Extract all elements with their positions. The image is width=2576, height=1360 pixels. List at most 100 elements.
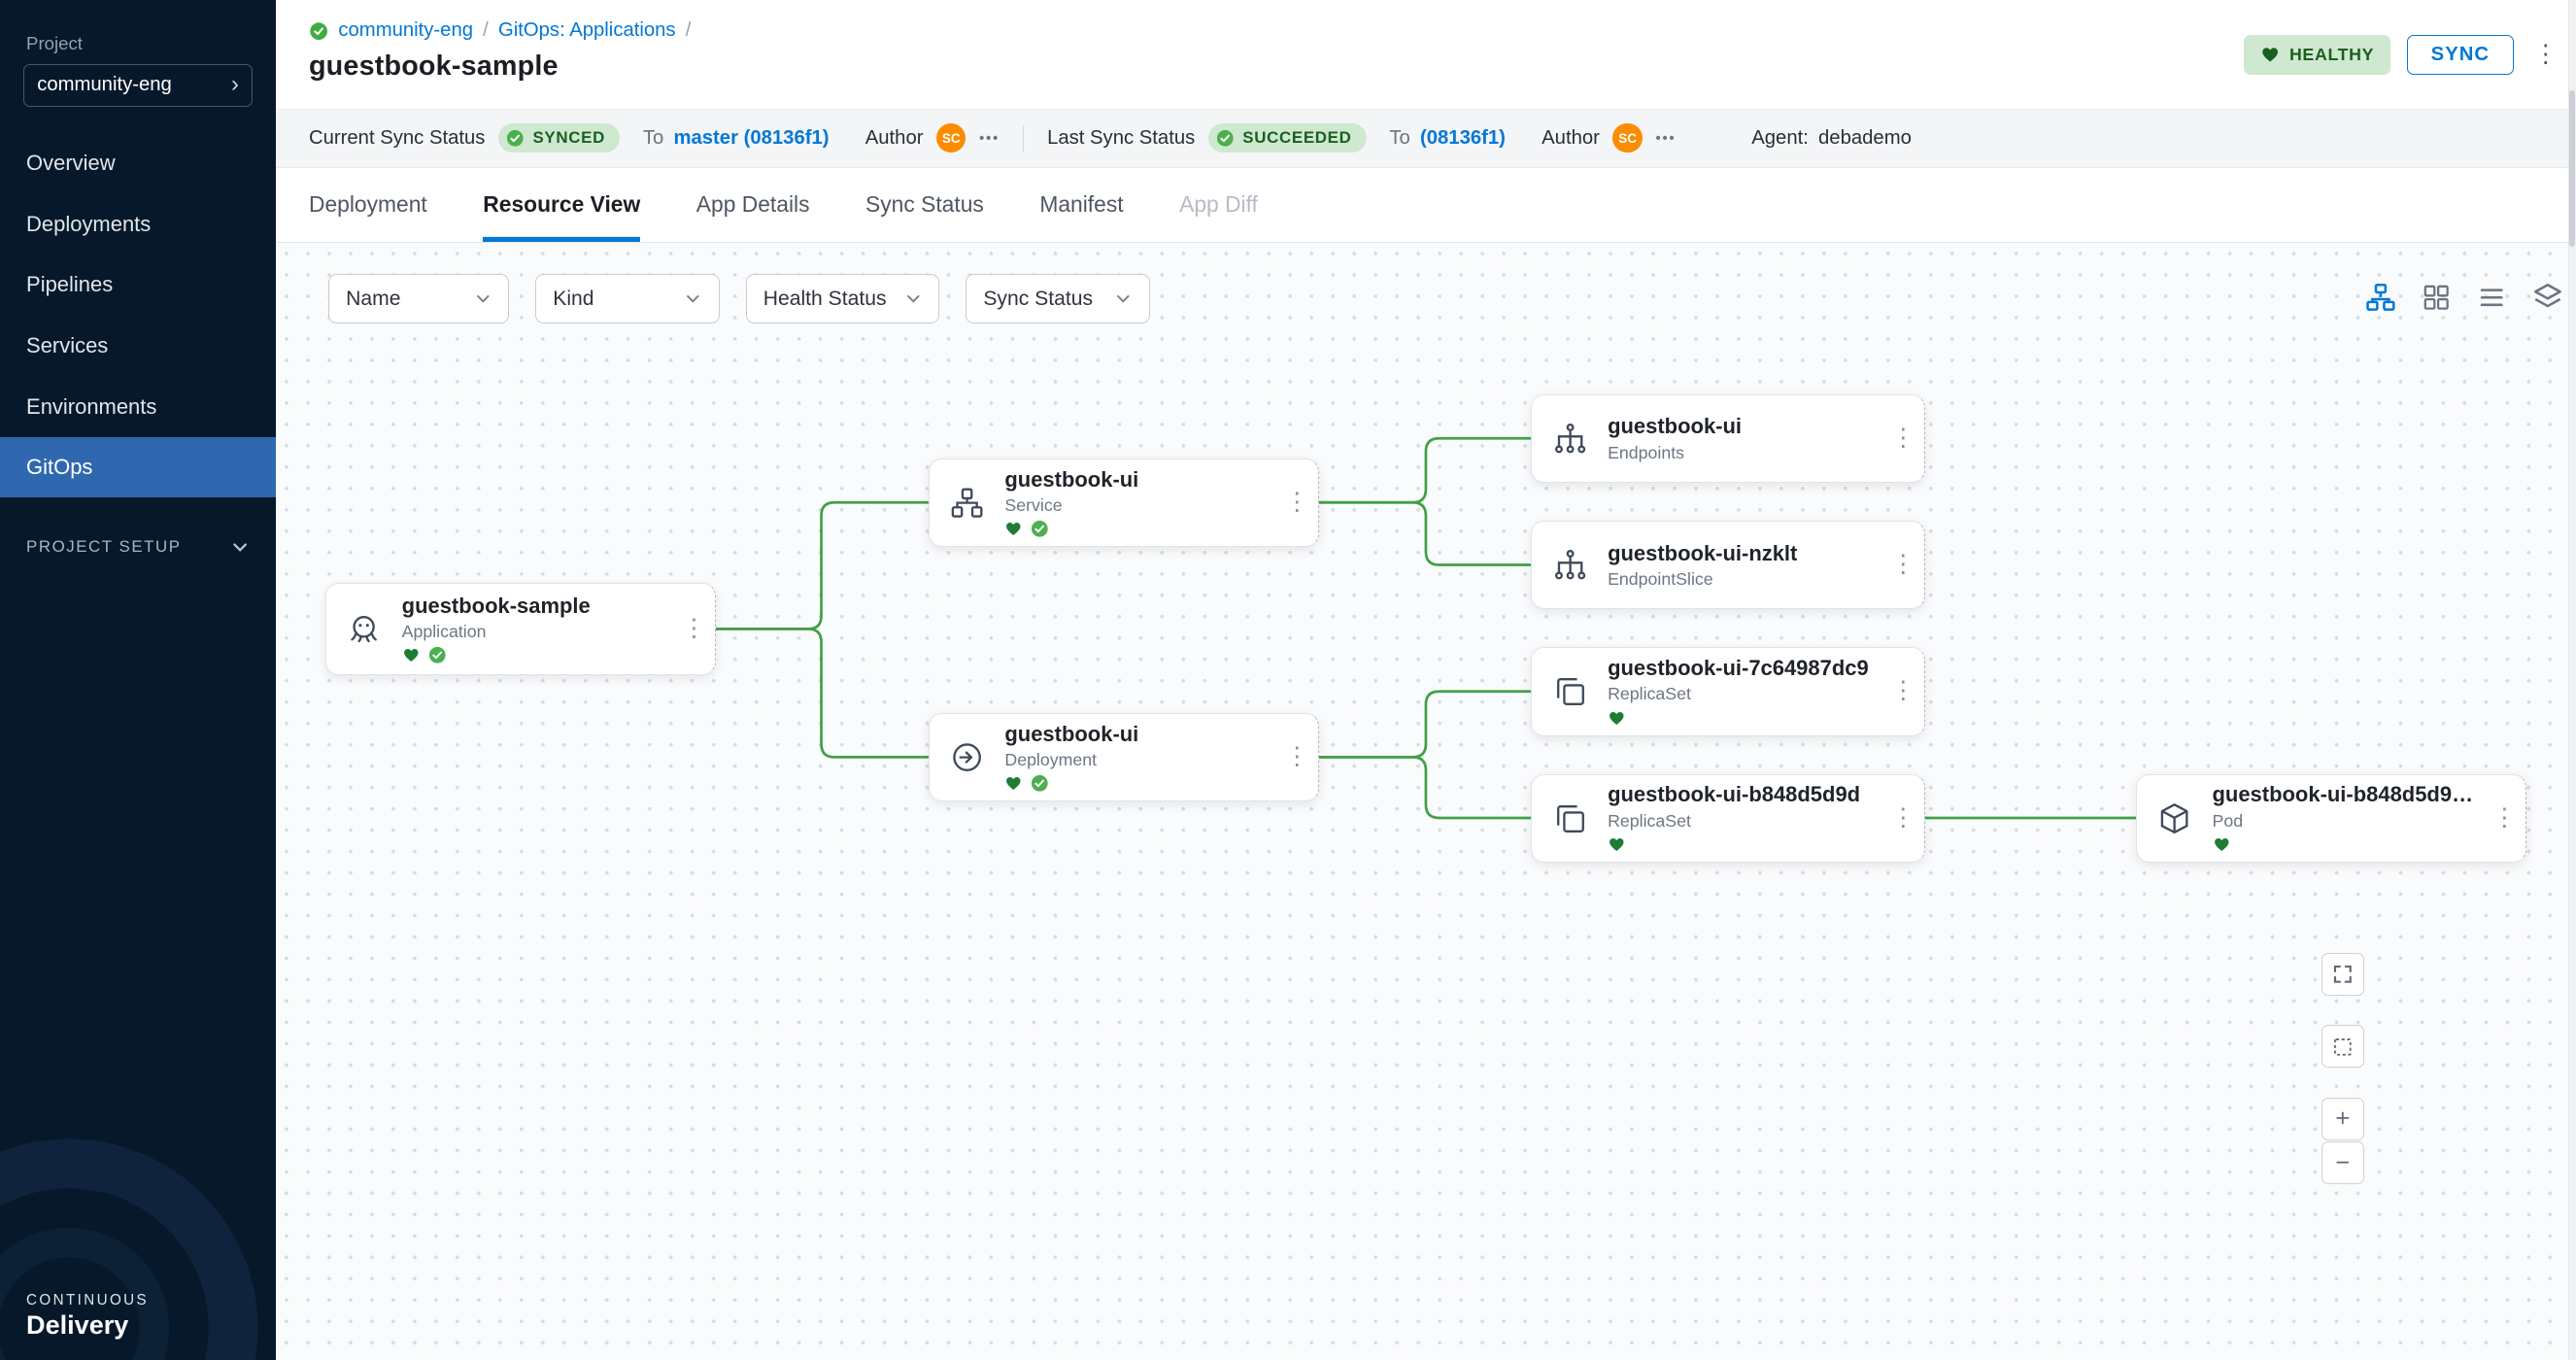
more-options-icon[interactable]: •••: [979, 130, 1000, 147]
resource-node-application-app[interactable]: guestbook-sampleApplication⋮: [325, 583, 717, 675]
sidebar-item-gitops[interactable]: GitOps: [0, 437, 276, 498]
node-body: guestbook-ui-b848d5d9…Pod: [2213, 782, 2484, 854]
filter-label: Sync Status: [983, 288, 1093, 311]
breadcrumb-separator: /: [686, 19, 692, 42]
resource-canvas[interactable]: Name Kind Health Status Sync Status: [276, 243, 2576, 1360]
brand-delivery: Delivery: [26, 1310, 149, 1341]
sync-button[interactable]: SYNC: [2407, 35, 2514, 76]
resource-node-service-svc[interactable]: guestbook-uiService⋮: [929, 459, 1320, 547]
sidebar-item-pipelines[interactable]: Pipelines: [0, 255, 276, 316]
node-menu-icon[interactable]: ⋮: [2483, 806, 2525, 831]
healthy-heart-icon: [402, 646, 421, 664]
last-sync-status-label: Last Sync Status: [1047, 127, 1195, 150]
node-title: guestbook-ui: [1608, 414, 1881, 439]
replicaset-icon: [1552, 800, 1609, 836]
header-actions: HEALTHY SYNC ⋮: [2244, 35, 2561, 76]
edge-service-endpoints: [1319, 439, 1531, 503]
filter-health-status[interactable]: Health Status: [746, 274, 940, 323]
resource-node-endpoints-ep[interactable]: guestbook-uiEndpoints⋮: [1531, 394, 1925, 483]
node-status-icons: [1004, 519, 1275, 538]
node-menu-icon[interactable]: ⋮: [1881, 553, 1924, 577]
tab-app-details[interactable]: App Details: [696, 168, 810, 243]
target-revision-link[interactable]: master (08136f1): [673, 127, 829, 150]
node-menu-icon[interactable]: ⋮: [672, 617, 715, 641]
resource-node-endpointslice-eps[interactable]: guestbook-ui-nzkltEndpointSlice⋮: [1531, 521, 1925, 609]
edge-app-service: [716, 503, 928, 629]
header-menu-icon[interactable]: ⋮: [2530, 43, 2561, 67]
sidebar-item-services[interactable]: Services: [0, 316, 276, 377]
grid-view-button[interactable]: [2419, 280, 2455, 316]
succeeded-check-icon: [1216, 129, 1235, 148]
node-body: guestbook-uiEndpoints: [1608, 414, 1881, 462]
selection-zoom-button[interactable]: [2322, 1025, 2364, 1068]
resource-node-replicaset-rs1[interactable]: guestbook-ui-7c64987dc9ReplicaSet⋮: [1531, 647, 1925, 735]
tab-app-diff[interactable]: App Diff: [1179, 168, 1258, 243]
node-status-icons: [1608, 708, 1881, 728]
resource-node-pod-pod[interactable]: guestbook-ui-b848d5d9…Pod⋮: [2136, 774, 2527, 863]
author-label: Author: [865, 127, 924, 150]
healthy-heart-icon: [1004, 520, 1023, 538]
project-selector[interactable]: community-eng ›: [23, 64, 254, 107]
filter-name[interactable]: Name: [328, 274, 509, 323]
sidebar-item-environments[interactable]: Environments: [0, 376, 276, 437]
filter-label: Health Status: [763, 288, 887, 311]
node-menu-icon[interactable]: ⋮: [1881, 426, 1924, 451]
brand-continuous: CONTINUOUS: [26, 1292, 149, 1309]
zoom-out-button[interactable]: −: [2322, 1141, 2364, 1184]
gitops-application-page: Project community-eng › OverviewDeployme…: [0, 0, 2576, 1360]
sidebar-nav: OverviewDeploymentsPipelinesServicesEnvi…: [0, 133, 276, 497]
synced-check-icon: [428, 646, 447, 664]
sidebar-item-overview[interactable]: Overview: [0, 133, 276, 194]
breadcrumb-applications-link[interactable]: GitOps: Applications: [498, 19, 676, 42]
to-label: To: [643, 127, 663, 150]
filter-label: Name: [346, 288, 400, 311]
synced-pill-label: SYNCED: [532, 128, 605, 148]
author-avatar[interactable]: SC: [1612, 123, 1642, 153]
breadcrumb-project-link[interactable]: community-eng: [338, 19, 473, 42]
filters-bar: Name Kind Health Status Sync Status: [328, 274, 1150, 323]
edge-service-endpointslice: [1319, 503, 1531, 565]
author-avatar[interactable]: SC: [936, 123, 966, 153]
chevron-down-icon: [474, 289, 492, 308]
deployment-icon: [949, 739, 1005, 775]
node-title: guestbook-ui-b848d5d9d: [1608, 782, 1881, 807]
fullscreen-button[interactable]: [2322, 953, 2364, 996]
scrollbar-thumb[interactable]: [2569, 90, 2576, 247]
healthy-heart-icon: [2213, 835, 2231, 854]
sidebar-item-deployments[interactable]: Deployments: [0, 194, 276, 255]
node-kind: ReplicaSet: [1608, 811, 1881, 832]
succeeded-pill-label: SUCCEEDED: [1242, 128, 1351, 148]
node-status-icons: [1004, 773, 1275, 793]
node-menu-icon[interactable]: ⋮: [1881, 806, 1924, 831]
tree-view-button[interactable]: [2362, 280, 2398, 316]
more-options-icon[interactable]: •••: [1655, 130, 1676, 147]
tab-sync-status[interactable]: Sync Status: [865, 168, 984, 243]
synced-status-pill: SYNCED: [498, 123, 620, 153]
node-menu-icon[interactable]: ⋮: [1275, 491, 1318, 515]
divider: [1023, 125, 1025, 152]
list-view-button[interactable]: [2474, 280, 2510, 316]
node-kind: Service: [1004, 495, 1275, 516]
tab-manifest[interactable]: Manifest: [1039, 168, 1123, 243]
filter-sync-status[interactable]: Sync Status: [966, 274, 1149, 323]
zoom-in-button[interactable]: +: [2322, 1098, 2364, 1140]
resource-node-replicaset-rs2[interactable]: guestbook-ui-b848d5d9d ReplicaSet⋮: [1531, 774, 1925, 863]
project-setup-toggle[interactable]: PROJECT SETUP: [0, 537, 276, 557]
brand-logo: CONTINUOUS Delivery: [26, 1292, 149, 1341]
group-view-button[interactable]: [2530, 280, 2566, 316]
node-body: guestbook-ui-b848d5d9d ReplicaSet: [1608, 782, 1881, 854]
page-header: community-eng / GitOps: Applications / g…: [276, 0, 2576, 109]
node-menu-icon[interactable]: ⋮: [1275, 745, 1318, 769]
page-scrollbar[interactable]: [2568, 0, 2576, 1360]
last-sync-revision-link[interactable]: (08136f1): [1420, 127, 1506, 150]
gitops-status-icon: [309, 21, 328, 41]
filter-kind[interactable]: Kind: [535, 274, 719, 323]
resource-node-deployment-deploy[interactable]: guestbook-uiDeployment⋮: [929, 713, 1320, 801]
tab-resource-view[interactable]: Resource View: [483, 168, 640, 243]
tab-deployment[interactable]: Deployment: [309, 168, 427, 243]
node-title: guestbook-ui-b848d5d9…: [2213, 782, 2484, 807]
view-toggles: [2362, 280, 2576, 316]
healthy-heart-icon: [1004, 774, 1023, 793]
node-menu-icon[interactable]: ⋮: [1881, 679, 1924, 703]
node-body: guestbook-uiService: [1004, 467, 1275, 539]
